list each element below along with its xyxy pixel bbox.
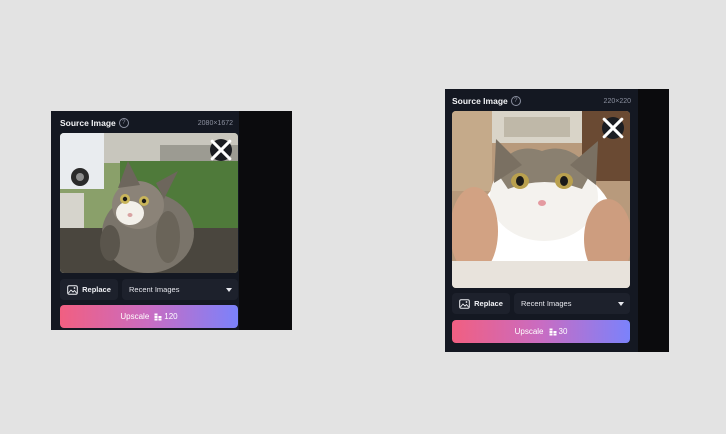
upscale-button[interactable]: Upscale 120 xyxy=(60,305,238,328)
replace-label: Replace xyxy=(82,285,111,294)
image-icon xyxy=(459,298,470,309)
recent-images-label: Recent Images xyxy=(521,299,572,308)
credit-cost: 120 xyxy=(154,312,178,321)
upscale-button[interactable]: Upscale 30 xyxy=(452,320,630,343)
image-dimensions: 220×220 xyxy=(603,97,631,105)
caret-down-icon xyxy=(618,301,624,306)
question-circle-icon[interactable]: ? xyxy=(118,118,129,128)
remove-image-button[interactable] xyxy=(602,117,624,139)
panel-title: Source Image xyxy=(452,96,508,106)
upscale-label: Upscale xyxy=(120,312,150,321)
image-icon xyxy=(67,284,78,295)
image-source-controls: Replace Recent Images xyxy=(60,279,238,300)
close-icon xyxy=(602,117,624,139)
replace-button[interactable]: Replace xyxy=(452,293,510,314)
credit-amount: 120 xyxy=(164,312,178,321)
replace-button[interactable]: Replace xyxy=(60,279,118,300)
replace-label: Replace xyxy=(474,299,503,308)
panel-header: Source Image ? 2080×1672 xyxy=(60,116,233,130)
recent-images-label: Recent Images xyxy=(129,285,180,294)
credit-amount: 30 xyxy=(558,327,568,336)
source-image-panel-2: Source Image ? 220×220 Replace Recent Im… xyxy=(445,89,669,352)
close-icon xyxy=(210,139,232,161)
source-image-card: Source Image ? 220×220 Replace Recent Im… xyxy=(445,89,638,352)
recent-images-dropdown[interactable]: Recent Images xyxy=(122,279,238,300)
coins-icon xyxy=(154,313,162,320)
panel-title: Source Image xyxy=(60,118,116,128)
panel-header: Source Image ? 220×220 xyxy=(452,94,631,108)
upscale-label: Upscale xyxy=(514,327,544,336)
image-dimensions: 2080×1672 xyxy=(197,119,233,127)
coins-icon xyxy=(549,328,556,335)
source-image-preview xyxy=(60,133,238,273)
question-circle-icon[interactable]: ? xyxy=(510,96,521,106)
recent-images-dropdown[interactable]: Recent Images xyxy=(514,293,630,314)
credit-cost: 30 xyxy=(549,327,568,336)
remove-image-button[interactable] xyxy=(210,139,232,161)
source-image-panel-1: Source Image ? 2080×1672 Replace Recent … xyxy=(51,111,292,330)
source-image-card: Source Image ? 2080×1672 Replace Recent … xyxy=(51,111,239,330)
source-image-preview xyxy=(452,111,630,288)
image-source-controls: Replace Recent Images xyxy=(452,293,630,314)
caret-down-icon xyxy=(226,287,232,292)
